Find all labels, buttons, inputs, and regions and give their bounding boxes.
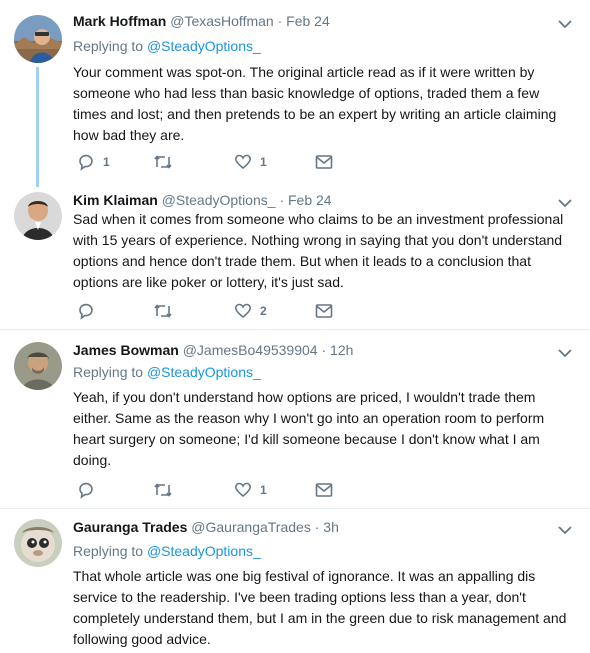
user-handle[interactable]: @SteadyOptions_	[162, 192, 276, 208]
tweet-timestamp[interactable]: Feb 24	[286, 13, 330, 29]
tweet-header: Kim Klaiman @SteadyOptions_ · Feb 24	[73, 190, 332, 210]
dot-separator: ·	[277, 13, 283, 29]
retweet-icon	[154, 483, 172, 497]
heart-icon	[234, 154, 252, 170]
user-handle[interactable]: @JamesBo49539904	[183, 342, 318, 358]
direct-message-button[interactable]	[315, 480, 333, 500]
replying-to-label: Replying to	[73, 38, 147, 54]
tweet-timestamp[interactable]: Feb 24	[288, 192, 332, 208]
user-name[interactable]: James Bowman	[73, 342, 179, 358]
heart-icon	[234, 303, 252, 319]
tweet-james-bowman[interactable]: James Bowman @JamesBo49539904 · 12h Repl…	[0, 330, 590, 508]
like-count: 1	[260, 155, 267, 169]
direct-message-button[interactable]	[315, 301, 333, 321]
retweet-icon	[154, 304, 172, 318]
tweet-gauranga-trades[interactable]: Gauranga Trades @GaurangaTrades · 3h Rep…	[0, 509, 590, 653]
avatar-mark-hoffman[interactable]	[14, 15, 62, 63]
chevron-down-icon[interactable]	[556, 17, 574, 31]
tweet-actions: 1 1	[73, 152, 373, 172]
avatar-gauranga-trades[interactable]	[14, 519, 62, 567]
dot-separator: ·	[314, 519, 320, 535]
replying-to-link[interactable]: @SteadyOptions_	[147, 38, 261, 54]
tweet-header: Mark Hoffman @TexasHoffman · Feb 24	[73, 11, 330, 31]
replying-to: Replying to @SteadyOptions_	[73, 36, 261, 56]
retweet-button[interactable]	[153, 480, 173, 500]
retweet-button[interactable]	[153, 301, 173, 321]
user-name[interactable]: Mark Hoffman	[73, 13, 166, 29]
avatar-kim-klaiman[interactable]	[14, 192, 62, 240]
tweet-actions: 2	[73, 301, 373, 321]
tweet-text: Sad when it comes from someone who claim…	[73, 211, 564, 290]
dot-separator: ·	[279, 192, 285, 208]
replying-to: Replying to @SteadyOptions_	[73, 541, 261, 561]
replying-to: Replying to @SteadyOptions_	[73, 362, 261, 382]
user-name[interactable]: Kim Klaiman	[73, 192, 158, 208]
tweet-actions: 1	[73, 480, 373, 500]
tweet-timestamp[interactable]: 12h	[330, 342, 353, 358]
replying-to-label: Replying to	[73, 364, 147, 380]
reply-icon	[79, 482, 93, 499]
user-handle[interactable]: @TexasHoffman	[170, 13, 273, 29]
tweet-text: Yeah, if you don't understand how option…	[73, 389, 545, 468]
like-button[interactable]: 1	[234, 152, 267, 172]
chevron-down-icon[interactable]	[556, 523, 574, 537]
tweet-header: James Bowman @JamesBo49539904 · 12h	[73, 340, 353, 360]
envelope-icon	[315, 304, 333, 318]
thread-connector-line	[36, 67, 39, 187]
user-name[interactable]: Gauranga Trades	[73, 519, 187, 535]
retweet-button[interactable]	[153, 152, 173, 172]
direct-message-button[interactable]	[315, 152, 333, 172]
replying-to-label: Replying to	[73, 543, 147, 559]
tweet-text: That whole article was one big festival …	[73, 568, 567, 647]
replying-to-link[interactable]: @SteadyOptions_	[147, 364, 261, 380]
tweet-kim-klaiman[interactable]: Kim Klaiman @SteadyOptions_ · Feb 24 Sad…	[0, 186, 590, 330]
user-handle[interactable]: @GaurangaTrades	[191, 519, 311, 535]
like-count: 1	[260, 483, 267, 497]
like-button[interactable]: 1	[234, 480, 267, 500]
replying-to-link[interactable]: @SteadyOptions_	[147, 543, 261, 559]
tweet-header: Gauranga Trades @GaurangaTrades · 3h	[73, 517, 339, 537]
like-count: 2	[260, 304, 267, 318]
reply-button[interactable]	[77, 480, 95, 500]
envelope-icon	[315, 155, 333, 169]
heart-icon	[234, 482, 252, 498]
like-button[interactable]: 2	[234, 301, 267, 321]
reply-button[interactable]: 1	[77, 152, 110, 172]
reply-icon	[79, 303, 93, 320]
chevron-down-icon[interactable]	[556, 196, 574, 210]
dot-separator: ·	[321, 342, 327, 358]
retweet-icon	[154, 155, 172, 169]
tweet-mark-hoffman[interactable]: Mark Hoffman @TexasHoffman · Feb 24 Repl…	[0, 0, 590, 187]
avatar-james-bowman[interactable]	[14, 342, 62, 390]
tweet-text: Your comment was spot-on. The original a…	[73, 64, 557, 143]
reply-button[interactable]	[77, 301, 95, 321]
reply-count: 1	[103, 155, 110, 169]
tweet-timestamp[interactable]: 3h	[323, 519, 339, 535]
chevron-down-icon[interactable]	[556, 346, 574, 360]
reply-icon	[79, 154, 93, 171]
envelope-icon	[315, 483, 333, 497]
